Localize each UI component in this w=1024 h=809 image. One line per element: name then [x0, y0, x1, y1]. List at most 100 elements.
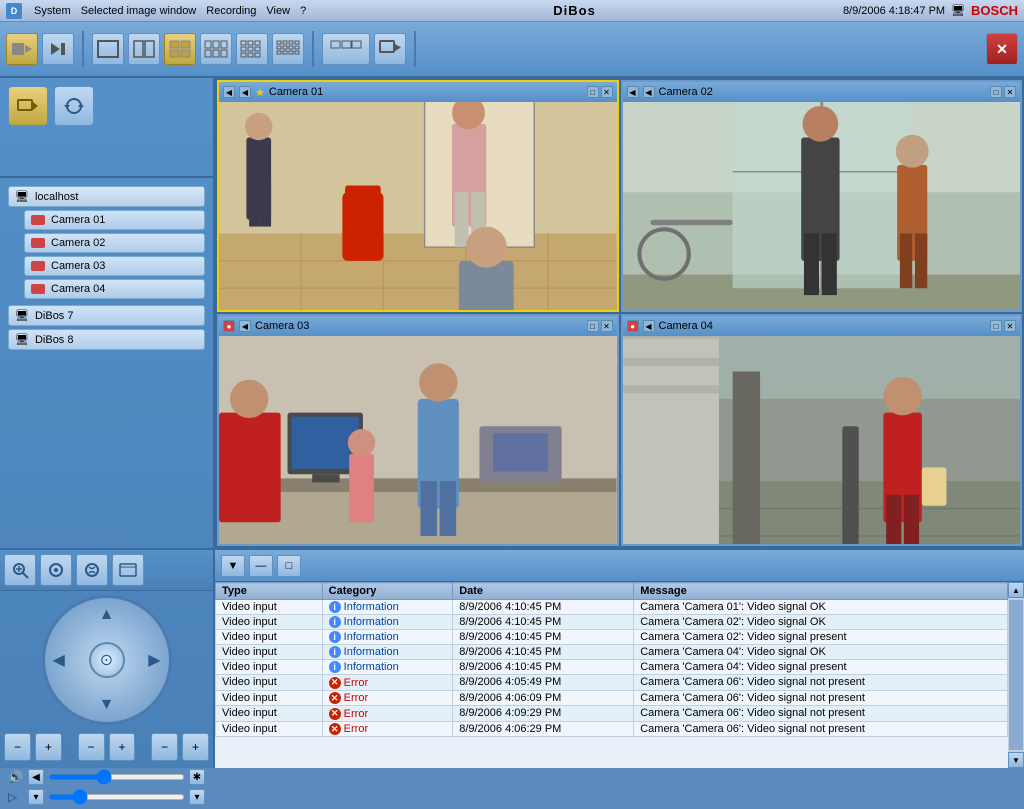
- menu-view[interactable]: View: [266, 5, 290, 17]
- tree-server-dibos7-label: DiBos 7: [35, 310, 74, 322]
- ptz-zoom-icon[interactable]: [4, 554, 36, 586]
- cam01-close-btn[interactable]: ✕: [601, 86, 613, 98]
- log-row-1[interactable]: Video inputi Information8/9/2006 4:10:45…: [216, 615, 1008, 630]
- zoom-in-btn[interactable]: +: [35, 733, 62, 761]
- cam02-video: [623, 102, 1021, 310]
- refresh-btn[interactable]: [54, 86, 94, 126]
- playback-button[interactable]: [42, 33, 74, 65]
- six-view-button[interactable]: [200, 33, 232, 65]
- cam01-star-icon: ★: [255, 86, 265, 99]
- log-cell-category-7: ✕ Error: [322, 706, 453, 722]
- camera-03-title-left: ● ◀ Camera 03: [223, 320, 309, 332]
- log-cell-message-1: Camera 'Camera 02': Video signal OK: [634, 615, 1008, 630]
- cam03-rec-btn[interactable]: ●: [223, 320, 235, 332]
- log-cell-type-0: Video input: [216, 600, 323, 615]
- log-row-3[interactable]: Video inputi Information8/9/2006 4:10:45…: [216, 645, 1008, 660]
- focus-near-btn[interactable]: −: [78, 733, 105, 761]
- tree-camera-02[interactable]: ​ Camera 02: [24, 233, 205, 253]
- vol-slider[interactable]: [48, 794, 185, 800]
- nine-view-button[interactable]: [236, 33, 268, 65]
- menu-selected-window[interactable]: Selected image window: [81, 5, 197, 17]
- cam04-rec-btn[interactable]: ●: [627, 320, 639, 332]
- tree-camera-04[interactable]: ​ Camera 04: [24, 279, 205, 299]
- cam02-min-btn[interactable]: □: [990, 86, 1002, 98]
- cam01-rec-btn[interactable]: ◀: [223, 86, 235, 98]
- cam01-back-btn[interactable]: ◀: [239, 86, 251, 98]
- cam02-rec-btn[interactable]: ◀: [627, 86, 639, 98]
- log-scroll-down-btn[interactable]: ▼: [1008, 752, 1024, 768]
- ptz-right-arrow[interactable]: ▶: [148, 650, 160, 670]
- quad-view-button[interactable]: [164, 33, 196, 65]
- slider-end-btn-2[interactable]: ▾: [189, 789, 205, 805]
- ptz-left-arrow[interactable]: ◀: [53, 650, 65, 670]
- menu-recording[interactable]: Recording: [206, 5, 256, 17]
- tree-camera-04-label: Camera 04: [51, 283, 105, 295]
- ptz-wheel[interactable]: ▲ ▼ ◀ ▶ ⊙: [42, 595, 172, 725]
- log-row-2[interactable]: Video inputi Information8/9/2006 4:10:45…: [216, 630, 1008, 645]
- camera-window-04[interactable]: ● ◀ Camera 04 □ ✕: [621, 314, 1023, 546]
- tree-server-dibos8[interactable]: 🖥 DiBos 8: [8, 329, 205, 350]
- log-row-0[interactable]: Video inputi Information8/9/2006 4:10:45…: [216, 600, 1008, 615]
- zoom-out-btn[interactable]: −: [4, 733, 31, 761]
- focus-far-btn[interactable]: +: [109, 733, 136, 761]
- slider-right-btn-1[interactable]: ✱: [189, 769, 205, 785]
- slider-dd-btn[interactable]: ▾: [28, 789, 44, 805]
- tree-camera-01[interactable]: ​ Camera 01: [24, 210, 205, 230]
- log-sep-btn[interactable]: —: [249, 555, 273, 577]
- log-row-6[interactable]: Video input✕ Error8/9/2006 4:06:09 PMCam…: [216, 690, 1008, 706]
- log-cell-type-6: Video input: [216, 690, 323, 706]
- ptz-iris-icon[interactable]: [76, 554, 108, 586]
- menu-system[interactable]: System: [34, 5, 71, 17]
- ptz-focus-icon[interactable]: [40, 554, 72, 586]
- cam02-back-btn[interactable]: ◀: [643, 86, 655, 98]
- slider-row-1: 🔊 ◀ ✱: [8, 769, 205, 785]
- ptz-down-arrow[interactable]: ▼: [99, 696, 115, 714]
- single-cam-button[interactable]: [374, 33, 406, 65]
- tree-camera-03[interactable]: ​ Camera 03: [24, 256, 205, 276]
- log-filter-btn[interactable]: ▼: [221, 555, 245, 577]
- close-all-button[interactable]: ✕: [986, 33, 1018, 65]
- dual-view-button[interactable]: [128, 33, 160, 65]
- log-area: ▼ — □ Type Category Date Message: [215, 548, 1024, 768]
- ptz-up-arrow[interactable]: ▲: [99, 606, 115, 624]
- sixteen-view-button[interactable]: [272, 33, 304, 65]
- cam04-close-btn[interactable]: ✕: [1004, 320, 1016, 332]
- cam03-min-btn[interactable]: □: [587, 320, 599, 332]
- log-stop-btn[interactable]: □: [277, 555, 301, 577]
- live-button[interactable]: [6, 33, 38, 65]
- cam03-close-btn[interactable]: ✕: [601, 320, 613, 332]
- zoom-focus-row: − + − + − +: [0, 729, 213, 765]
- menu-help[interactable]: ?: [300, 5, 306, 17]
- tree-server-dibos7[interactable]: 🖥 DiBos 7: [8, 305, 205, 326]
- log-cell-date-1: 8/9/2006 4:10:45 PM: [453, 615, 634, 630]
- speed-slider[interactable]: [48, 774, 185, 780]
- datetime-display: 8/9/2006 4:18:47 PM: [843, 5, 945, 17]
- camera-view-btn[interactable]: [8, 86, 48, 126]
- left-panel: 🖥 localhost ​ Camera 01 ​ Camera 02 ​ Ca…: [0, 78, 215, 768]
- slider-left-btn-1[interactable]: ◀: [28, 769, 44, 785]
- camera-window-03[interactable]: ● ◀ Camera 03 □ ✕: [217, 314, 619, 546]
- cam01-min-btn[interactable]: □: [587, 86, 599, 98]
- ptz-center-btn[interactable]: ⊙: [89, 642, 125, 678]
- log-scroll-thumb[interactable]: [1009, 600, 1023, 750]
- log-row-8[interactable]: Video input✕ Error8/9/2006 4:06:29 PMCam…: [216, 721, 1008, 737]
- computer-icon: 🖥: [15, 190, 29, 203]
- log-col-date: Date: [453, 583, 634, 600]
- cam04-back-btn[interactable]: ◀: [643, 320, 655, 332]
- sequence-button[interactable]: [322, 33, 370, 65]
- tree-host-localhost[interactable]: 🖥 localhost: [8, 186, 205, 207]
- iris-close-btn[interactable]: −: [151, 733, 178, 761]
- ptz-preset-icon[interactable]: [112, 554, 144, 586]
- log-row-4[interactable]: Video inputi Information8/9/2006 4:10:45…: [216, 660, 1008, 675]
- cam03-back-btn[interactable]: ◀: [239, 320, 251, 332]
- log-row-5[interactable]: Video input✕ Error8/9/2006 4:05:49 PMCam…: [216, 675, 1008, 691]
- camera-window-01[interactable]: ◀ ◀ ★ Camera 01 □ ✕: [217, 80, 619, 312]
- log-row-7[interactable]: Video input✕ Error8/9/2006 4:09:29 PMCam…: [216, 706, 1008, 722]
- camera-window-02[interactable]: ◀ ◀ Camera 02 □ ✕: [621, 80, 1023, 312]
- cam02-close-btn[interactable]: ✕: [1004, 86, 1016, 98]
- cam04-min-btn[interactable]: □: [990, 320, 1002, 332]
- single-view-button[interactable]: [92, 33, 124, 65]
- log-scroll-up-btn[interactable]: ▲: [1008, 582, 1024, 598]
- speed-icon: 🔊: [8, 770, 24, 784]
- iris-open-btn[interactable]: +: [182, 733, 209, 761]
